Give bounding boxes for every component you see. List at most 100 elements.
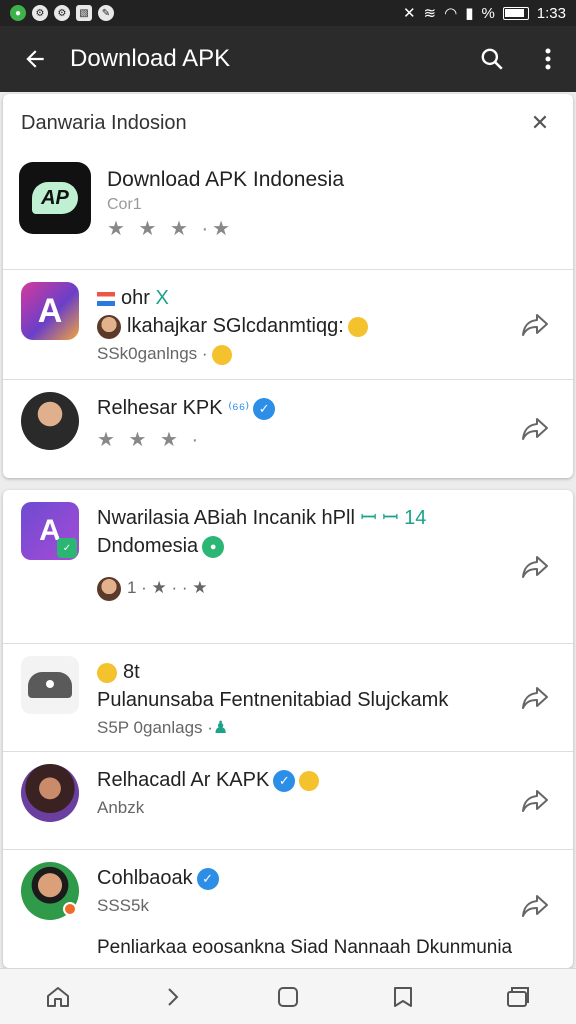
- avatar: [21, 764, 79, 822]
- share-icon[interactable]: [519, 413, 551, 445]
- feed-card: A ✓ Nwarilasia ABiah Incanik hPll ꟷ ꟷ 14 …: [3, 490, 573, 968]
- rating-stars: ★ ★ ★ ·★: [107, 218, 235, 240]
- list-item-text: Relhacadl Ar KAPK ✓ Anbzk: [97, 764, 555, 822]
- system-icons: ✕ ≋ ◠ ▮ % 1:33: [402, 4, 566, 23]
- list-item-line: Cohlbaoak ✓: [97, 864, 555, 892]
- list-item-title: Relhacadl Ar KAPK: [97, 769, 270, 791]
- list-item-meta: SSk0ganlngs ·: [97, 344, 208, 363]
- featured-subtitle: Cor1: [107, 196, 142, 213]
- list-item-title: Relhesar KPK: [97, 397, 223, 419]
- tabs-icon[interactable]: [498, 977, 538, 1017]
- square-icon[interactable]: [268, 977, 308, 1017]
- mute-icon: ✕: [402, 5, 416, 22]
- chat-icon: ●: [202, 535, 225, 558]
- list-item[interactable]: A ohr X lkahajkar SGlcdanmtiqg: SSk0ganl…: [3, 270, 573, 380]
- verified-icon: ✓: [196, 867, 219, 890]
- share-icon[interactable]: [519, 551, 551, 583]
- avatar: [97, 576, 121, 601]
- share-icon[interactable]: [519, 785, 551, 817]
- list-item[interactable]: Relhacadl Ar KAPK ✓ Anbzk: [3, 752, 573, 850]
- notification-icons: ● ⚙ ⚙ ▧ ✎: [10, 5, 114, 21]
- list-item-meta: 1 · ★ · · ★: [127, 578, 208, 597]
- share-icon[interactable]: [519, 309, 551, 341]
- card-header: Danwaria Indosion ✕: [3, 94, 573, 152]
- status-dot: [63, 902, 77, 916]
- list-item-line: Relhesar KPK ⁽⁶⁶⁾ ✓: [97, 394, 555, 424]
- avatar: [21, 392, 79, 450]
- list-item-line: ohr X: [97, 284, 555, 312]
- home-icon[interactable]: [38, 977, 78, 1017]
- list-item-body: lkahajkar SGlcdanmtiqg:: [127, 315, 344, 337]
- app-icon: ✎: [98, 5, 114, 21]
- top-card: Danwaria Indosion ✕ AP Download APK Indo…: [3, 94, 573, 478]
- list-item-text: Nwarilasia ABiah Incanik hPll ꟷ ꟷ 14 Dnd…: [97, 502, 555, 602]
- badge-icon: ✓: [57, 538, 77, 558]
- list-item-meta-line: S5P 0ganlags ·♟: [97, 714, 555, 742]
- status-bar: ● ⚙ ⚙ ▧ ✎ ✕ ≋ ◠ ▮ % 1:33: [0, 0, 576, 26]
- emoji-icon: [211, 344, 232, 365]
- app-thumbnail: A: [21, 282, 79, 340]
- list-item-suffix: ⁽⁶⁶⁾: [228, 401, 250, 418]
- list-item-line: lkahajkar SGlcdanmtiqg:: [97, 312, 555, 340]
- list-item-suffix: ꟷ ꟷ 14: [360, 507, 427, 529]
- list-item[interactable]: Relhesar KPK ⁽⁶⁶⁾ ✓ ★ ★ ★ ·: [3, 380, 573, 478]
- back-arrow-icon[interactable]: [0, 26, 70, 92]
- clock: 1:33: [536, 4, 566, 22]
- wifi-icon: ◠: [444, 5, 458, 22]
- more-vert-icon[interactable]: [520, 26, 576, 92]
- verified-icon: ✓: [273, 769, 296, 792]
- list-item-text: ohr X lkahajkar SGlcdanmtiqg: SSk0ganlng…: [97, 282, 555, 368]
- share-icon[interactable]: [519, 682, 551, 714]
- card-header-title: Danwaria Indosion: [21, 111, 187, 134]
- featured-title: Download APK Indonesia: [107, 168, 344, 191]
- list-item-body: Pulanunsaba Fentnenitabiad Slujckamk: [97, 689, 449, 711]
- app-thumbnail: A ✓: [21, 502, 79, 560]
- emoji-icon: [97, 662, 117, 683]
- list-item-line: 8t: [97, 658, 555, 686]
- list-item-meta: Anbzk: [97, 798, 145, 817]
- battery-icon: [502, 6, 529, 20]
- forward-icon[interactable]: [153, 977, 193, 1017]
- bottom-nav: [0, 968, 576, 1024]
- emoji-icon: [299, 770, 320, 791]
- search-icon[interactable]: [464, 26, 520, 92]
- list-item-meta-line: 1 · ★ · · ★: [97, 574, 555, 602]
- list-item-title: 8t: [123, 661, 140, 683]
- featured-text: Download APK Indonesia Cor1 ★ ★ ★ ·★: [107, 162, 344, 241]
- app-bar: Download APK: [0, 26, 576, 92]
- share-icon[interactable]: [519, 890, 551, 922]
- list-item-line: Relhacadl Ar KAPK ✓: [97, 766, 555, 794]
- app-logo: AP: [19, 162, 91, 234]
- people-icon: ♟: [212, 718, 229, 737]
- gallery-icon: ▧: [76, 5, 92, 21]
- rating-stars: ★ ★ ★ ·: [97, 429, 203, 451]
- list-item-line: Nwarilasia ABiah Incanik hPll ꟷ ꟷ 14: [97, 504, 555, 532]
- list-item-text: Relhesar KPK ⁽⁶⁶⁾ ✓ ★ ★ ★ ·: [97, 392, 555, 454]
- list-item[interactable]: 8t Pulanunsaba Fentnenitabiad Slujckamk …: [3, 644, 573, 752]
- list-item[interactable]: Cohlbaoak ✓ SSS5k Penliarkaa eoosankna Si…: [3, 850, 573, 968]
- battery-percent: %: [481, 4, 495, 22]
- whatsapp-icon: ●: [10, 5, 26, 21]
- list-item[interactable]: A ✓ Nwarilasia ABiah Incanik hPll ꟷ ꟷ 14 …: [3, 490, 573, 644]
- list-item-description: Penliarkaa eoosankna Siad Nannaah Dkunmu…: [97, 937, 513, 958]
- settings-icon: ⚙: [32, 5, 48, 21]
- signal-icon: ▮: [465, 5, 474, 22]
- list-item-title: ohr: [121, 287, 150, 309]
- featured-item[interactable]: AP Download APK Indonesia Cor1 ★ ★ ★ ·★: [3, 152, 573, 270]
- list-item-meta: S5P 0ganlags ·: [97, 718, 213, 737]
- list-item-suffix: X: [155, 287, 169, 309]
- book-icon[interactable]: [383, 977, 423, 1017]
- list-item-text: Cohlbaoak ✓ SSS5k: [97, 862, 555, 920]
- lock-icon: [21, 656, 79, 714]
- settings-icon: ⚙: [54, 5, 70, 21]
- avatar: [97, 314, 121, 339]
- page-title: Download APK: [70, 45, 231, 72]
- list-item-title: Nwarilasia ABiah Incanik hPll: [97, 507, 355, 529]
- list-item-body: Dndomesia: [97, 535, 199, 557]
- logo-mark: AP: [32, 182, 78, 214]
- verified-icon: ✓: [253, 397, 276, 420]
- close-icon[interactable]: ✕: [525, 110, 555, 136]
- list-item-text: 8t Pulanunsaba Fentnenitabiad Slujckamk …: [97, 656, 555, 742]
- avatar: [21, 862, 79, 920]
- list-item-line: Dndomesia ●: [97, 532, 555, 560]
